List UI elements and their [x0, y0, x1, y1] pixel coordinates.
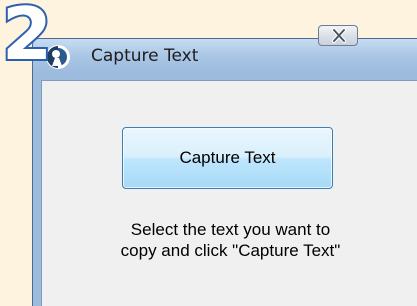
- close-button[interactable]: [318, 25, 358, 46]
- instruction-line-1: Select the text you want to: [130, 220, 331, 239]
- capture-text-dialog: Capture Text Capture Text Select the tex…: [32, 38, 417, 306]
- instruction-text: Select the text you want to copy and cli…: [42, 219, 417, 261]
- title-bar[interactable]: Capture Text: [33, 39, 417, 73]
- capture-text-button[interactable]: Capture Text: [122, 127, 333, 189]
- dialog-content: Capture Text Select the text you want to…: [41, 80, 417, 306]
- step-number: 2: [0, 0, 54, 76]
- close-icon: [332, 28, 346, 43]
- instruction-line-2: copy and click "Capture Text": [120, 241, 341, 260]
- window-title: Capture Text: [91, 46, 199, 66]
